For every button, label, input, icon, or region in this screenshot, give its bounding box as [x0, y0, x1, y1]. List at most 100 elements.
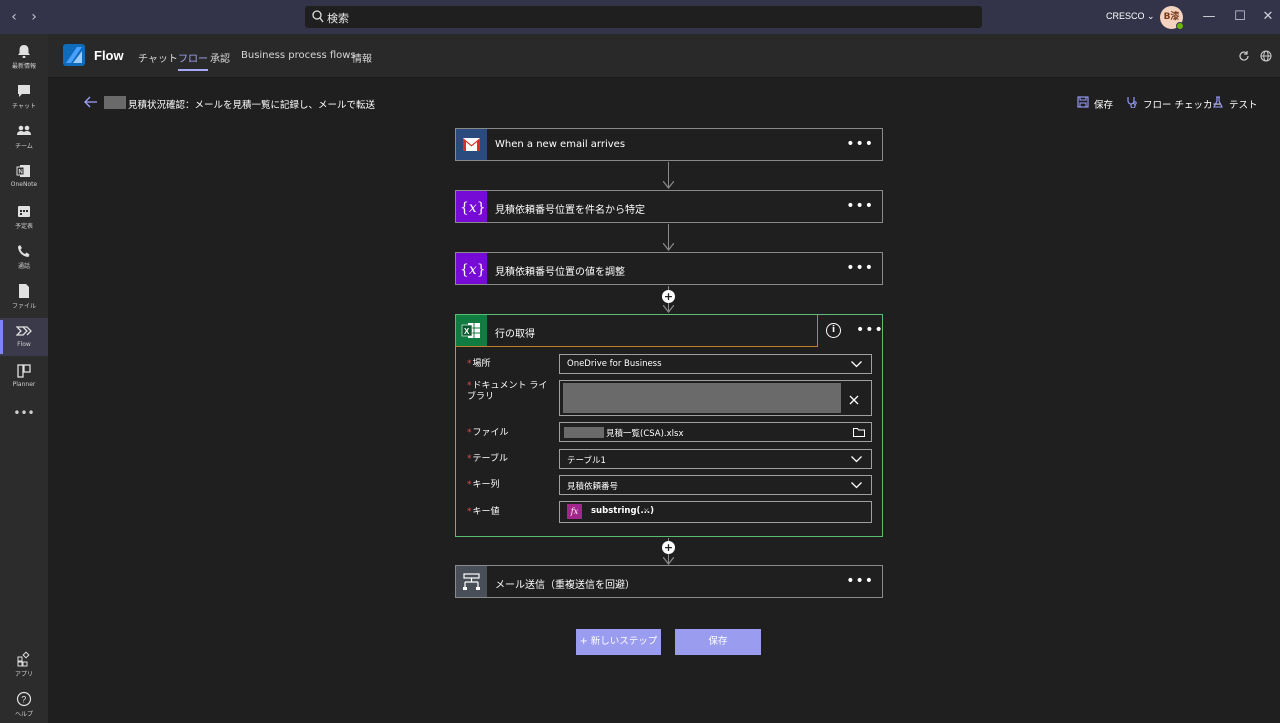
svg-text:X: X — [464, 327, 470, 336]
more-options-icon[interactable]: ••• — [846, 574, 874, 588]
rail-item-calendar[interactable]: 予定表 — [0, 198, 48, 236]
new-step-button[interactable]: + 新しいステップ — [576, 629, 661, 655]
expanded-step-header[interactable]: X 行の取得 — [456, 315, 818, 347]
save-button[interactable]: 保存 — [675, 629, 761, 655]
apps-icon — [17, 651, 30, 667]
insert-step-plus-icon[interactable]: + — [662, 290, 675, 303]
stethoscope-icon — [1127, 97, 1137, 108]
rail-item-help[interactable]: ? ヘルプ — [0, 686, 48, 723]
rail-item-teams[interactable]: チーム — [0, 118, 48, 156]
step-title: 見積依頼番号位置を件名から特定 — [495, 205, 645, 216]
more-options-icon[interactable]: ••• — [846, 261, 874, 275]
test-label: テスト — [1229, 100, 1258, 111]
forward-nav-button[interactable]: › — [26, 8, 42, 26]
rail-item-activity[interactable]: 最新情報 — [0, 38, 48, 76]
more-options-icon[interactable]: ••• — [846, 137, 874, 151]
rail-item-files[interactable]: ファイル — [0, 278, 48, 316]
table-dropdown[interactable]: テーブル1 — [559, 449, 872, 469]
key-column-value: 見積依頼番号 — [567, 482, 619, 492]
tab-chat[interactable]: チャット — [138, 50, 178, 65]
help-icon: ? — [16, 691, 32, 707]
org-switcher[interactable]: CRESCO ⌄ — [1106, 11, 1155, 22]
tab-approvals[interactable]: 承認 — [210, 50, 230, 65]
rail-label: Planner — [12, 381, 36, 388]
rail-item-calls[interactable]: 通話 — [0, 238, 48, 276]
chevron-down-icon — [851, 361, 862, 368]
control-icon — [456, 566, 487, 597]
maximize-button[interactable]: ☐ — [1231, 8, 1249, 26]
back-nav-button[interactable]: ‹ — [6, 8, 22, 26]
variable-icon: {𝑥} — [456, 253, 487, 284]
folder-icon[interactable] — [853, 427, 865, 437]
rail-label: 最新情報 — [11, 63, 36, 70]
rail-item-flow[interactable]: Flow — [0, 318, 48, 356]
insert-step-plus-icon[interactable]: + — [662, 541, 675, 554]
rail-item-chat[interactable]: チャット — [0, 78, 48, 116]
more-options-icon[interactable]: ••• — [856, 323, 884, 337]
rail-label: 予定表 — [14, 223, 33, 230]
bell-icon — [18, 45, 30, 58]
arrow-down-icon — [663, 243, 674, 251]
svg-text:{𝑥}: {𝑥} — [460, 262, 486, 278]
expanded-step-title: 行の取得 — [495, 329, 535, 340]
table-value: テーブル1 — [567, 456, 606, 466]
search-placeholder: 検索 — [327, 12, 349, 25]
file-icon — [19, 284, 29, 298]
rail-item-onenote[interactable]: N OneNote — [0, 158, 48, 196]
redacted-block — [104, 96, 126, 109]
key-value-field[interactable]: fx substring(...) × — [559, 501, 872, 523]
clear-icon[interactable] — [849, 395, 859, 405]
arrow-down-icon — [663, 181, 674, 189]
rail-label: OneNote — [10, 181, 38, 188]
step-card[interactable]: {𝑥} 見積依頼番号位置の値を調整 ••• — [455, 252, 883, 285]
back-arrow-icon[interactable] — [84, 96, 100, 110]
save-command-button[interactable]: 保存 — [1077, 96, 1114, 111]
expression-icon: fx — [567, 504, 582, 519]
chevron-down-icon — [851, 482, 862, 489]
rail-label: アプリ — [14, 671, 33, 678]
flask-icon — [1213, 96, 1223, 108]
minimize-button[interactable]: — — [1200, 8, 1218, 26]
svg-text:N: N — [19, 170, 23, 176]
globe-icon[interactable] — [1260, 50, 1272, 62]
test-button[interactable]: テスト — [1213, 96, 1258, 111]
step-title: メール送信（重複送信を回避） — [495, 580, 635, 591]
remove-token-icon[interactable]: × — [643, 506, 650, 515]
library-field[interactable] — [559, 380, 872, 416]
tab-business-process-flows[interactable]: Business process flows — [241, 50, 356, 61]
location-dropdown[interactable]: OneDrive for Business — [559, 354, 872, 374]
more-options-icon[interactable]: ••• — [846, 199, 874, 213]
close-window-button[interactable]: ✕ — [1261, 8, 1275, 26]
file-field[interactable]: 見積一覧(CSA).xlsx — [559, 422, 872, 442]
rail-label: チャット — [12, 103, 36, 110]
step-title: 見積依頼番号位置の値を調整 — [495, 267, 625, 278]
rail-label: チーム — [15, 143, 33, 150]
onenote-icon: N — [16, 165, 30, 177]
chat-icon — [18, 85, 30, 97]
flow-title: 見積状況確認：メールを見積一覧に記録し、メールで転送 — [128, 100, 376, 111]
arrow-down-icon — [663, 557, 674, 565]
tab-flow[interactable]: フロー — [178, 50, 208, 71]
search-input[interactable]: 検索 — [305, 6, 982, 28]
app-header: Flow チャット フロー 承認 Business process flows … — [48, 34, 1280, 78]
step-card[interactable]: メール送信（重複送信を回避） ••• — [455, 565, 883, 598]
info-icon[interactable]: i — [826, 323, 841, 338]
refresh-icon[interactable] — [1238, 50, 1250, 62]
tab-about[interactable]: 情報 — [352, 50, 372, 65]
rail-more-button[interactable]: ••• — [0, 400, 48, 426]
file-value: 見積一覧(CSA).xlsx — [606, 429, 684, 439]
save-command-label: 保存 — [1094, 100, 1114, 111]
gmail-icon — [456, 129, 487, 160]
rail-item-apps[interactable]: アプリ — [0, 646, 48, 684]
key-value-label: *キー値 — [467, 507, 500, 517]
library-label: *ドキュメント ライブラリ — [467, 381, 548, 402]
key-column-dropdown[interactable]: 見積依頼番号 — [559, 475, 872, 495]
flow-checker-button[interactable]: フロー チェッカー — [1127, 97, 1222, 111]
step-card[interactable]: {𝑥} 見積依頼番号位置を件名から特定 ••• — [455, 190, 883, 223]
rail-item-planner[interactable]: Planner — [0, 358, 48, 396]
calendar-icon — [18, 206, 30, 217]
step-card[interactable]: When a new email arrives ••• — [455, 128, 883, 161]
rail-label: Flow — [17, 341, 31, 348]
variable-icon: {𝑥} — [456, 191, 487, 222]
avatar[interactable]: B漆 — [1160, 6, 1184, 30]
